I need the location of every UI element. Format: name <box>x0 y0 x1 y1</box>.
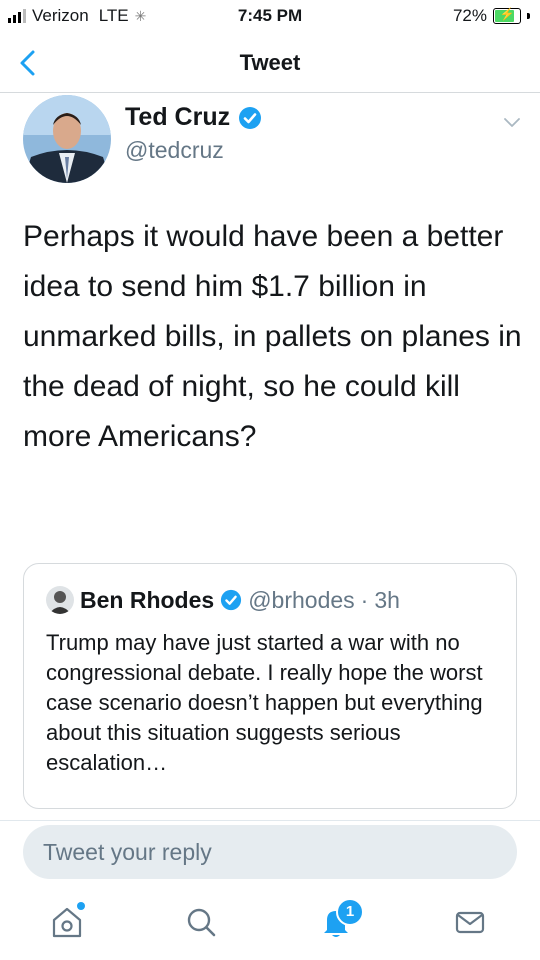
page-title: Tweet <box>239 50 301 75</box>
status-bar: Verizon LTE ✳ 7:45 PM 72% ⚡ <box>0 0 540 36</box>
author-handle[interactable]: @tedcruz <box>125 137 224 164</box>
quoted-avatar <box>46 586 74 614</box>
battery-percent: 72% <box>452 6 487 25</box>
author-name[interactable]: Ted Cruz <box>125 103 230 132</box>
tweet-text: Perhaps it would have been a better idea… <box>23 220 522 453</box>
search-icon <box>187 908 216 937</box>
divider <box>0 820 540 821</box>
reply-placeholder: Tweet your reply <box>43 839 212 865</box>
tab-bar: 1 <box>0 890 540 960</box>
quoted-author-name: Ben Rhodes <box>80 586 215 613</box>
tab-home[interactable] <box>49 902 89 944</box>
quoted-tweet-text: Trump may have just started a war with n… <box>46 630 483 775</box>
quoted-author-handle: @brhodes <box>248 586 355 613</box>
verified-badge-icon <box>239 106 262 129</box>
tab-messages[interactable] <box>452 904 492 944</box>
author-name-row: Ted Cruz <box>125 103 262 132</box>
mail-icon <box>455 911 485 934</box>
quoted-tweet[interactable]: Ben Rhodes @brhodes · 3h Trump may have … <box>23 563 517 809</box>
new-tweets-dot <box>77 902 85 910</box>
quoted-tweet-header: Ben Rhodes @brhodes · 3h <box>46 586 400 614</box>
tab-notifications[interactable]: 1 <box>318 898 364 944</box>
tab-search[interactable] <box>183 904 223 944</box>
battery-icon: ⚡ <box>493 7 521 24</box>
avatar[interactable] <box>23 95 111 183</box>
quoted-separator: · <box>360 586 369 613</box>
status-right: 72% ⚡ <box>453 6 530 26</box>
battery-tip <box>527 13 530 19</box>
quoted-timestamp: 3h <box>374 586 400 613</box>
verified-badge-icon <box>221 589 242 611</box>
nav-header: Tweet <box>0 36 540 93</box>
chevron-down-icon[interactable] <box>501 111 523 133</box>
tweet-author: Ted Cruz @tedcruz <box>23 95 523 185</box>
notifications-badge: 1 <box>336 898 364 926</box>
reply-input[interactable]: Tweet your reply <box>23 825 517 879</box>
